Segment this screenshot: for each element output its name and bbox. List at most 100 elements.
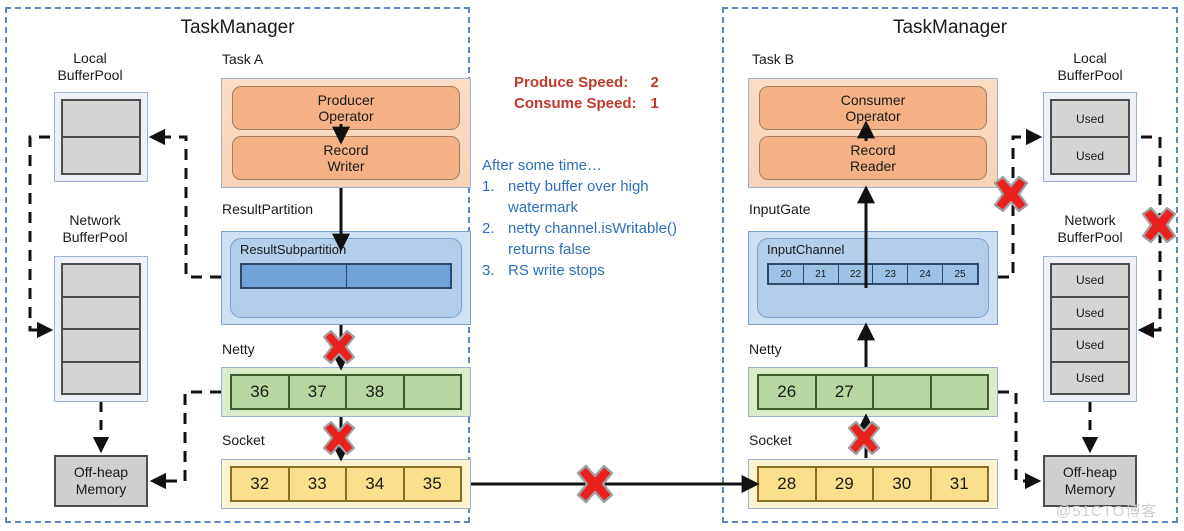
input-channel-cell: 25: [943, 265, 977, 283]
producer-operator-line2: Operator: [318, 108, 374, 124]
netty-cell: [931, 376, 987, 408]
netty-cell: 38: [347, 376, 405, 408]
right-netty-box: 26 27: [748, 367, 998, 417]
left-local-bufferpool-label: Local BufferPool: [40, 50, 140, 84]
right-netty-label: Netty: [749, 341, 782, 357]
input-gate-box: InputChannel 20 21 22 23 24 25: [748, 231, 998, 325]
consumer-operator-box: Consumer Operator: [759, 86, 987, 130]
right-network-bufferpool: Used Used Used Used: [1043, 256, 1137, 402]
socket-cell: 29: [816, 468, 874, 500]
record-reader-line1: Record: [850, 142, 896, 158]
right-local-bufferpool: Used Used: [1043, 92, 1137, 182]
netty-cell: 36: [232, 376, 290, 408]
right-local-bufferpool-label: Local BufferPool: [1040, 50, 1140, 84]
steps-list: 1. netty buffer over high watermark 2. n…: [482, 176, 713, 281]
left-offheap-memory-line1: Off-heap: [73, 464, 129, 480]
right-local-bufferpool-inner: Used Used: [1050, 99, 1130, 175]
step-number: 2.: [482, 220, 495, 237]
left-netty-box: 36 37 38: [221, 367, 471, 417]
step-text: RS write stops: [508, 262, 605, 279]
right-network-bufferpool-label: Network BufferPool: [1035, 212, 1145, 246]
pool-cell: [63, 330, 139, 363]
left-task-box: Producer Operator Record Writer: [221, 78, 471, 188]
left-network-bufferpool-label: Network BufferPool: [40, 212, 150, 246]
right-taskmanager-title: TaskManager: [892, 17, 1008, 38]
left-offheap-memory: Off-heap Memory: [54, 455, 148, 507]
pool-cell: [63, 297, 139, 330]
consumer-operator-line1: Consumer: [840, 92, 906, 108]
pool-cell: [63, 362, 139, 393]
input-channel-cell: 24: [908, 265, 944, 283]
right-task-box: Consumer Operator Record Reader: [748, 78, 998, 188]
producer-operator-box: Producer Operator: [232, 86, 460, 130]
input-gate-label: InputGate: [749, 201, 811, 217]
left-network-bufferpool-inner: [61, 263, 141, 395]
pool-cell: [63, 101, 139, 138]
step-number: 1.: [482, 178, 495, 195]
consume-speed-label: Consume Speed:: [514, 95, 637, 112]
record-writer-line2: Writer: [327, 158, 365, 174]
left-task-label: Task A: [222, 51, 264, 67]
after-some-time-label: After some time…: [482, 157, 603, 174]
left-offheap-memory-line2: Memory: [75, 481, 127, 497]
right-offheap-memory-line2: Memory: [1064, 481, 1116, 497]
left-socket-box: 32 33 34 35: [221, 459, 471, 509]
pool-cell: Used: [1052, 138, 1128, 173]
consume-speed-value: 1: [650, 95, 659, 112]
socket-cell: 28: [759, 468, 817, 500]
left-socket-label: Socket: [222, 432, 265, 448]
right-network-bufferpool-label-line2: BufferPool: [1057, 229, 1123, 245]
netty-cell: 27: [816, 376, 874, 408]
netty-cell: 26: [759, 376, 817, 408]
right-local-bufferpool-label-line2: BufferPool: [1057, 67, 1123, 83]
produce-speed-label: Produce Speed:: [514, 74, 629, 91]
socket-cell: 33: [289, 468, 347, 500]
input-channel-cell: 21: [803, 265, 839, 283]
right-offheap-memory-line1: Off-heap: [1062, 464, 1118, 480]
result-subpartition-cells: [240, 263, 452, 289]
right-local-bufferpool-label-line1: Local: [1073, 50, 1107, 66]
consumer-operator-line2: Operator: [845, 108, 901, 124]
left-netty-cells: 36 37 38: [230, 374, 462, 410]
result-partition-box: ResultSubpartition: [221, 231, 471, 325]
input-channel-cells: 20 21 22 23 24 25: [767, 263, 979, 285]
pool-cell: Used: [1052, 265, 1128, 298]
input-channel-cell: 23: [873, 265, 909, 283]
right-network-bufferpool-label-line1: Network: [1064, 212, 1116, 228]
record-reader-box: Record Reader: [759, 136, 987, 180]
record-writer-box: Record Writer: [232, 136, 460, 180]
record-writer-line1: Record: [323, 142, 369, 158]
buffer-cell: [242, 265, 347, 287]
socket-cell: 32: [232, 468, 290, 500]
left-local-bufferpool-label-line1: Local: [73, 50, 107, 66]
input-channel-cell: 20: [769, 265, 804, 283]
buffer-cell: [346, 265, 450, 287]
speed-annotation: Produce Speed: 2 Consume Speed: 1: [514, 72, 659, 114]
step-item: 3. RS write stops: [482, 260, 713, 281]
input-channel-caption: InputChannel: [767, 242, 845, 257]
right-socket-box: 28 29 30 31: [748, 459, 998, 509]
socket-cell: 35: [404, 468, 460, 500]
left-local-bufferpool-label-line2: BufferPool: [57, 67, 123, 83]
pool-cell: Used: [1052, 330, 1128, 363]
right-network-bufferpool-inner: Used Used Used Used: [1050, 263, 1130, 395]
netty-cell: [404, 376, 460, 408]
step-item: 1. netty buffer over high watermark: [482, 176, 713, 218]
left-netty-label: Netty: [222, 341, 255, 357]
right-socket-cells: 28 29 30 31: [757, 466, 989, 502]
step-number: 3.: [482, 262, 495, 279]
left-local-bufferpool-inner: [61, 99, 141, 175]
steps-annotation: After some time… 1. netty buffer over hi…: [482, 155, 713, 281]
record-reader-line2: Reader: [850, 158, 896, 174]
input-channel-cell: 22: [838, 265, 874, 283]
netty-cell: 37: [289, 376, 347, 408]
pool-cell: [63, 138, 139, 173]
input-channel-box: InputChannel 20 21 22 23 24 25: [757, 238, 989, 318]
diagram-canvas: TaskManager Local BufferPool Network Buf…: [0, 0, 1184, 531]
socket-cell: 31: [931, 468, 987, 500]
left-taskmanager-title: TaskManager: [180, 17, 295, 38]
pool-cell: Used: [1052, 297, 1128, 330]
step-item: 2. netty channel.isWritable() returns fa…: [482, 218, 713, 260]
socket-cell: 30: [874, 468, 932, 500]
left-network-bufferpool-label-line1: Network: [69, 212, 121, 228]
